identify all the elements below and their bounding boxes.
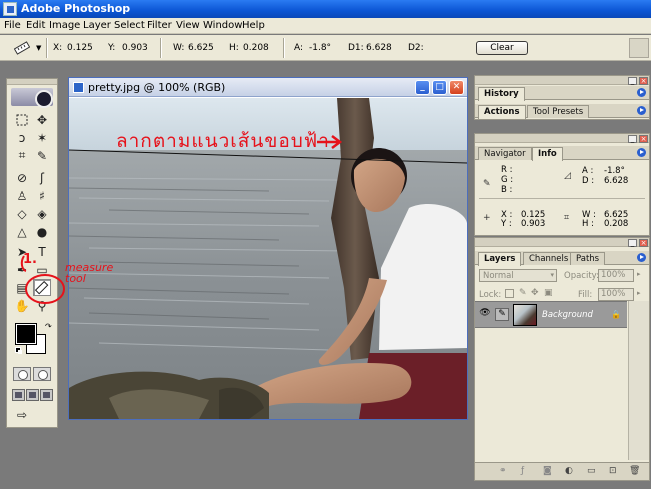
tab-navigator[interactable]: Navigator: [478, 147, 532, 160]
panel-menu-icon[interactable]: [637, 148, 646, 157]
info-y-label: Y :: [501, 219, 512, 229]
angle-icon: ◿: [564, 171, 571, 181]
panel-close-button[interactable]: ×: [639, 77, 648, 85]
lock-icon: 🔒: [611, 310, 621, 319]
tab-paths[interactable]: Paths: [570, 252, 606, 265]
panel-grip[interactable]: [475, 76, 649, 85]
opacity-label: Opacity:: [564, 271, 599, 281]
blend-mode-select[interactable]: Normal ▾: [479, 269, 557, 282]
blend-mode-value: Normal: [483, 271, 514, 281]
info-d-value: 6.628: [604, 176, 629, 186]
trash-icon[interactable]: 🗑: [629, 466, 640, 476]
info-divider: [479, 198, 645, 199]
fill-slider-icon[interactable]: ▸: [637, 289, 641, 297]
layer-brush-icon[interactable]: ✎: [495, 308, 509, 321]
selection-size-icon: ⌗: [564, 213, 570, 223]
panel-close-button[interactable]: ×: [639, 135, 648, 143]
opacity-input[interactable]: 100%: [598, 269, 634, 282]
info-tab-row: Navigator Info: [475, 146, 649, 161]
layers-tab-row: Layers Channels Paths: [475, 251, 649, 266]
info-g-label: G :: [501, 175, 514, 185]
panel-minimize-button[interactable]: _: [628, 77, 637, 85]
history-tab-row: History: [475, 86, 649, 101]
lock-transparency-checkbox[interactable]: [505, 289, 514, 298]
opacity-slider-icon[interactable]: ▸: [637, 270, 641, 278]
panel-minimize-button[interactable]: _: [628, 135, 637, 143]
tab-history[interactable]: History: [478, 87, 525, 101]
info-b-label: B :: [501, 185, 513, 195]
measure-tool-annotation: measure tool: [65, 261, 114, 285]
layer-name: Background: [542, 310, 593, 320]
layers-panel: _ × Layers Channels Paths Normal ▾ Opaci…: [474, 237, 650, 481]
lock-all-icon[interactable]: ▣: [544, 288, 553, 298]
chevron-down-icon: ▾: [550, 271, 554, 279]
info-y-value: 0.903: [521, 219, 546, 229]
info-r-label: R :: [501, 165, 513, 175]
fill-label: Fill:: [578, 290, 593, 300]
navigator-info-panel: _ × Navigator Info ✎ R : G : B : ◿ A : -…: [474, 133, 650, 236]
layers-footer: ⚭ ƒ ◙ ◐ ▭ ⊡ 🗑: [475, 462, 649, 480]
lock-image-icon[interactable]: ✎: [519, 288, 527, 298]
thai-instruction-annotation: ลากตามแนวเส้นขอบฟ้า: [116, 130, 330, 152]
panel-close-button[interactable]: ×: [639, 239, 648, 247]
tab-actions[interactable]: Actions: [478, 105, 526, 119]
fill-input[interactable]: 100%: [598, 288, 634, 301]
layer-mask-icon[interactable]: ◙: [543, 466, 552, 476]
eyedropper-icon: ✎: [483, 179, 491, 189]
crosshair-icon: +: [483, 213, 491, 223]
panel-menu-icon[interactable]: [637, 88, 646, 97]
step-number-annotation: 1.: [23, 252, 37, 267]
layer-row-background[interactable]: 👁 ✎ Background 🔒: [475, 301, 627, 328]
info-d-label: D :: [582, 176, 595, 186]
adjustment-layer-icon[interactable]: ◐: [565, 466, 573, 476]
layer-style-icon[interactable]: ƒ: [521, 466, 524, 476]
visibility-eye-icon[interactable]: 👁: [478, 308, 492, 321]
lock-label: Lock:: [479, 290, 502, 300]
new-layer-icon[interactable]: ⊡: [609, 466, 617, 476]
panel-grip[interactable]: [475, 134, 649, 143]
history-actions-panel: _ × History Actions Tool Presets: [474, 75, 650, 120]
info-h-value: 0.208: [604, 219, 629, 229]
link-icon[interactable]: ⚭: [499, 466, 507, 476]
tab-info[interactable]: Info: [532, 147, 563, 161]
layer-thumbnail: [513, 304, 537, 326]
panel-menu-icon[interactable]: [637, 253, 646, 262]
info-a-label: A :: [582, 166, 594, 176]
tab-layers[interactable]: Layers: [478, 252, 522, 266]
actions-tab-row: Actions Tool Presets: [475, 104, 649, 119]
panel-minimize-button[interactable]: _: [628, 239, 637, 247]
lock-position-icon[interactable]: ✥: [531, 288, 539, 298]
tab-channels[interactable]: Channels: [523, 252, 575, 265]
panel-grip[interactable]: [475, 238, 649, 247]
panel-menu-icon[interactable]: [637, 106, 646, 115]
tab-tool-presets[interactable]: Tool Presets: [527, 105, 590, 118]
info-a-value: -1.8°: [604, 166, 625, 176]
layers-scrollbar[interactable]: [628, 301, 649, 460]
new-set-icon[interactable]: ▭: [587, 466, 596, 476]
info-h-label: H :: [582, 219, 594, 229]
